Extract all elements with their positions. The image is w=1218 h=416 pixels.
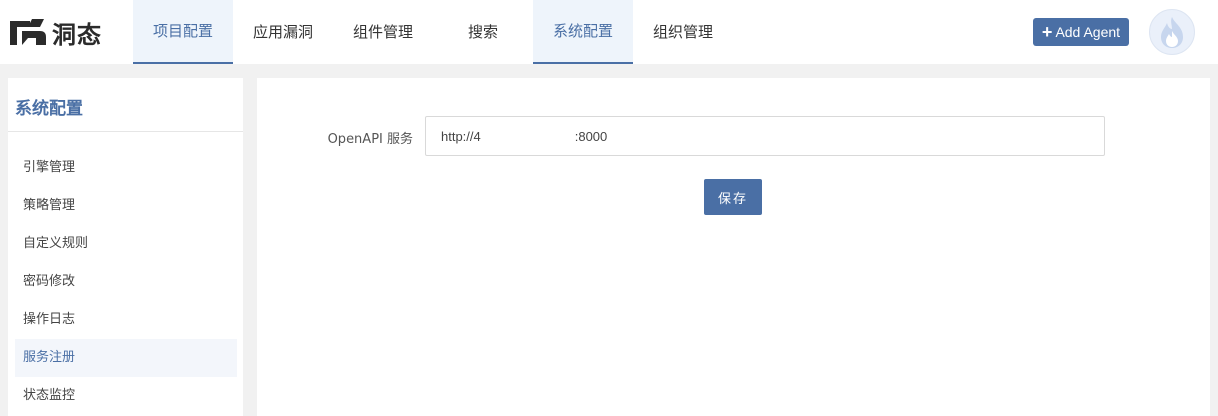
flame-avatar-icon bbox=[1161, 17, 1183, 48]
openapi-label: OpenAPI 服务 bbox=[327, 132, 413, 147]
sidebar-item-password-change[interactable]: 密码修改 bbox=[15, 263, 237, 301]
sidebar: 系统配置 引擎管理 策略管理 自定义规则 密码修改 操作日志 服务注册 状态监控 bbox=[8, 78, 243, 416]
plus-icon: + bbox=[1041, 22, 1053, 42]
main-panel: OpenAPI 服务 保存 bbox=[257, 78, 1210, 416]
brand-logo[interactable]: 洞态 bbox=[8, 14, 118, 50]
add-agent-button[interactable]: + Add Agent bbox=[1033, 18, 1129, 46]
sidebar-divider bbox=[8, 131, 243, 132]
openapi-url-input[interactable] bbox=[425, 116, 1105, 156]
brand-name: 洞态 bbox=[52, 20, 102, 49]
add-agent-label: Add Agent bbox=[1055, 24, 1121, 40]
top-navbar: 洞态 项目配置 应用漏洞 组件管理 搜索 系统配置 组织管理 + Add Age… bbox=[0, 0, 1218, 64]
sidebar-item-custom-rules[interactable]: 自定义规则 bbox=[15, 225, 237, 263]
sidebar-menu: 引擎管理 策略管理 自定义规则 密码修改 操作日志 服务注册 状态监控 bbox=[15, 149, 237, 415]
brand-logo-icon bbox=[10, 19, 46, 45]
avatar[interactable] bbox=[1149, 9, 1195, 55]
sidebar-item-engine-management[interactable]: 引擎管理 bbox=[15, 149, 237, 187]
nav-item-org-management[interactable]: 组织管理 bbox=[633, 0, 733, 64]
nav-item-component-management[interactable]: 组件管理 bbox=[333, 0, 433, 64]
sidebar-title: 系统配置 bbox=[15, 99, 83, 119]
sidebar-item-strategy-management[interactable]: 策略管理 bbox=[15, 187, 237, 225]
sidebar-item-status-monitoring[interactable]: 状态监控 bbox=[15, 377, 237, 415]
sidebar-item-service-registration[interactable]: 服务注册 bbox=[15, 339, 237, 377]
save-button[interactable]: 保存 bbox=[704, 179, 762, 215]
nav-item-app-vulns[interactable]: 应用漏洞 bbox=[233, 0, 333, 64]
nav-item-project-config[interactable]: 项目配置 bbox=[133, 0, 233, 64]
nav-item-search[interactable]: 搜索 bbox=[433, 0, 533, 64]
nav-item-system-config[interactable]: 系统配置 bbox=[533, 0, 633, 64]
sidebar-item-operation-log[interactable]: 操作日志 bbox=[15, 301, 237, 339]
main-nav: 项目配置 应用漏洞 组件管理 搜索 系统配置 组织管理 bbox=[133, 0, 733, 64]
